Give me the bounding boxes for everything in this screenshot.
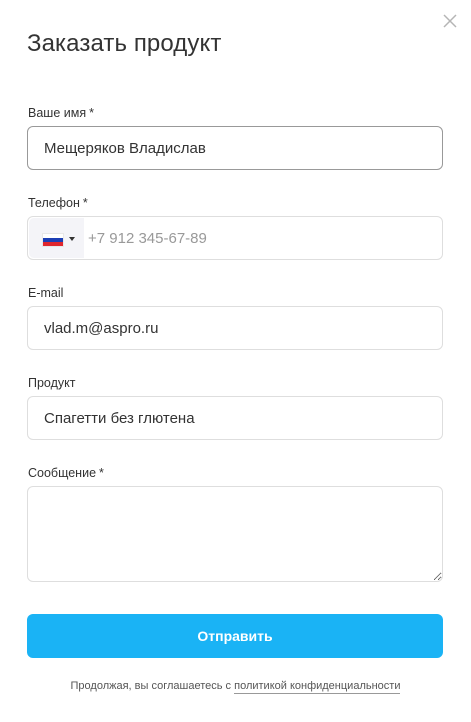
email-input[interactable] [27, 306, 443, 350]
chevron-down-icon [69, 237, 75, 241]
phone-label: Телефон * [28, 196, 88, 210]
message-label-text: Сообщение [28, 466, 97, 480]
modal-title: Заказать продукт [27, 30, 222, 57]
submit-button[interactable]: Отправить [27, 614, 443, 658]
name-label-text: Ваше имя [28, 106, 87, 120]
russia-flag-icon [42, 233, 64, 247]
name-label: Ваше имя * [28, 106, 94, 120]
required-mark: * [89, 106, 94, 120]
country-select[interactable] [29, 218, 84, 258]
consent-prefix: Продолжая, вы соглашаетесь с [70, 680, 232, 692]
consent-text: Продолжая, вы соглашаетесь с политикой к… [0, 680, 471, 694]
flag-stripe-red [43, 241, 63, 246]
required-mark: * [82, 196, 88, 210]
privacy-policy-link[interactable]: политикой конфиденциальности [234, 680, 401, 694]
product-label: Продукт [28, 376, 76, 390]
name-input[interactable] [27, 126, 443, 170]
email-label: E-mail [28, 286, 64, 300]
product-input[interactable] [27, 396, 443, 440]
close-icon [443, 14, 457, 28]
phone-label-text: Телефон [28, 196, 80, 210]
message-textarea[interactable] [27, 486, 443, 582]
phone-field [27, 216, 443, 260]
phone-input[interactable] [86, 217, 436, 259]
message-label: Сообщение * [28, 466, 104, 480]
close-button[interactable] [440, 11, 460, 31]
required-mark: * [99, 466, 104, 480]
